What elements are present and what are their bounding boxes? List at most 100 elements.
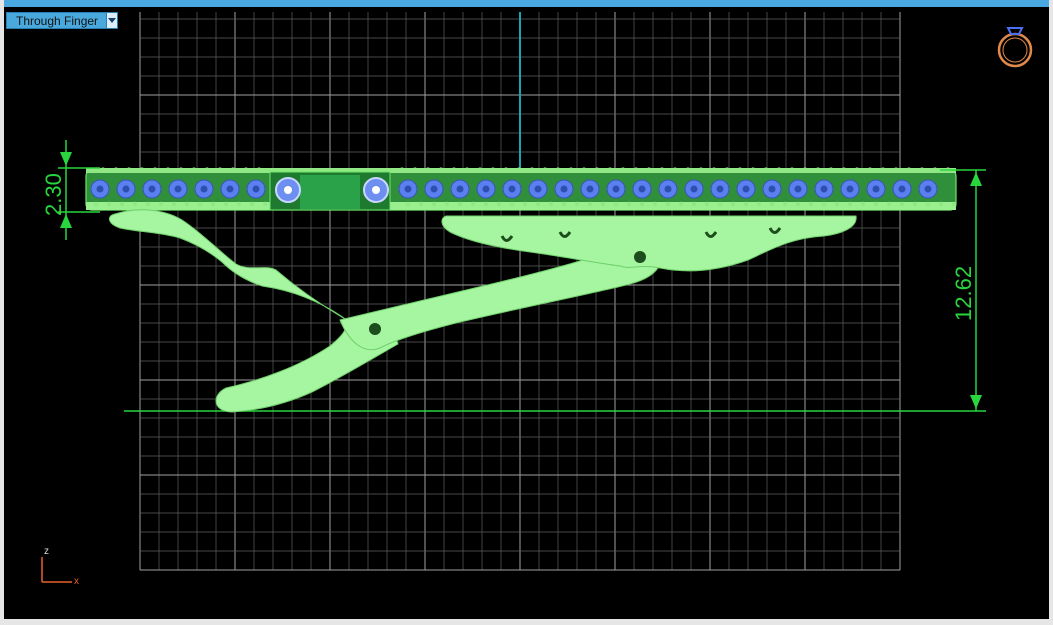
prong-bottom: [808, 201, 814, 207]
gem-culet: [586, 185, 594, 193]
prong-top: [555, 167, 561, 173]
prong-bottom: [262, 201, 268, 207]
prong-bottom: [132, 201, 138, 207]
prong-bottom: [730, 201, 736, 207]
center-stone-left-highlight: [284, 186, 292, 194]
prong-top: [425, 167, 431, 173]
gem-culet: [508, 185, 516, 193]
prong-top: [503, 167, 509, 173]
axis-x-label: x: [74, 576, 79, 587]
gem-culet: [664, 185, 672, 193]
gem-culet: [456, 185, 464, 193]
prong-top: [932, 167, 938, 173]
prong-top: [516, 167, 522, 173]
gem-culet: [430, 185, 438, 193]
prong-bottom: [210, 201, 216, 207]
prong-bottom: [782, 201, 788, 207]
gem-culet: [252, 185, 260, 193]
gem-culet: [924, 185, 932, 193]
gem-culet: [638, 185, 646, 193]
prong-bottom: [925, 201, 931, 207]
prong-bottom: [106, 201, 112, 207]
gem-culet: [742, 185, 750, 193]
prong-top: [646, 167, 652, 173]
prong-bottom: [652, 201, 658, 207]
prong-top: [854, 167, 860, 173]
prong-bottom: [600, 201, 606, 207]
prong-bottom: [951, 201, 957, 207]
prong-bottom: [548, 201, 554, 207]
ring-stand[interactable]: [108, 209, 857, 413]
prong-bottom: [613, 201, 619, 207]
prong-top: [607, 167, 613, 173]
prong-bottom: [431, 201, 437, 207]
gem-culet: [794, 185, 802, 193]
dim-arrow-top: [970, 172, 982, 186]
dim-arrow-bottom: [970, 395, 982, 409]
gem-culet: [200, 185, 208, 193]
prong-top: [178, 167, 184, 173]
prong-bottom: [756, 201, 762, 207]
prong-top: [724, 167, 730, 173]
prong-top: [204, 167, 210, 173]
prong-top: [919, 167, 925, 173]
gem-culet: [716, 185, 724, 193]
prong-top: [152, 167, 158, 173]
prong-bottom: [886, 201, 892, 207]
prong-top: [698, 167, 704, 173]
prong-top: [243, 167, 249, 173]
stand-pivot-hole-left: [369, 323, 381, 335]
gem-culet: [846, 185, 854, 193]
prong-bottom: [847, 201, 853, 207]
prong-top: [685, 167, 691, 173]
prong-top: [828, 167, 834, 173]
stand-right-arm[interactable]: [441, 215, 857, 272]
viewport-scene[interactable]: 2.30 12.62 z x: [0, 0, 1053, 625]
prong-bottom: [249, 201, 255, 207]
prong-top: [113, 167, 119, 173]
prong-top: [191, 167, 197, 173]
ring-icon[interactable]: [997, 27, 1033, 68]
prong-bottom: [145, 201, 151, 207]
prong-bottom: [873, 201, 879, 207]
prong-top: [581, 167, 587, 173]
prong-top: [256, 167, 262, 173]
gem-culet: [96, 185, 104, 193]
prong-bottom: [626, 201, 632, 207]
prong-bottom: [743, 201, 749, 207]
gem-culet: [612, 185, 620, 193]
ring-band[interactable]: [85, 167, 957, 211]
viewport-title-tab[interactable]: Through Finger: [6, 12, 119, 29]
gem-culet: [768, 185, 776, 193]
prong-bottom: [509, 201, 515, 207]
prong-top: [477, 167, 483, 173]
prong-bottom: [769, 201, 775, 207]
prong-top: [802, 167, 808, 173]
prong-top: [438, 167, 444, 173]
prong-top: [672, 167, 678, 173]
prong-top: [139, 167, 145, 173]
prong-top: [711, 167, 717, 173]
prong-bottom: [691, 201, 697, 207]
prong-top: [620, 167, 626, 173]
viewport-title-label[interactable]: Through Finger: [7, 14, 106, 28]
prong-bottom: [574, 201, 580, 207]
gem-culet: [122, 185, 130, 193]
prong-bottom: [171, 201, 177, 207]
prong-bottom: [535, 201, 541, 207]
prong-bottom: [236, 201, 242, 207]
dropdown-arrow-icon[interactable]: [106, 13, 118, 28]
prong-bottom: [665, 201, 671, 207]
prong-top: [451, 167, 457, 173]
prong-top: [412, 167, 418, 173]
dimension-label-total-height: 12.62: [951, 266, 976, 321]
gem-culet: [820, 185, 828, 193]
prong-bottom: [405, 201, 411, 207]
prong-bottom: [795, 201, 801, 207]
axis-z-label: z: [44, 546, 49, 557]
prong-bottom: [587, 201, 593, 207]
prong-top: [542, 167, 548, 173]
prong-bottom: [184, 201, 190, 207]
prong-bottom: [522, 201, 528, 207]
prong-top: [529, 167, 535, 173]
